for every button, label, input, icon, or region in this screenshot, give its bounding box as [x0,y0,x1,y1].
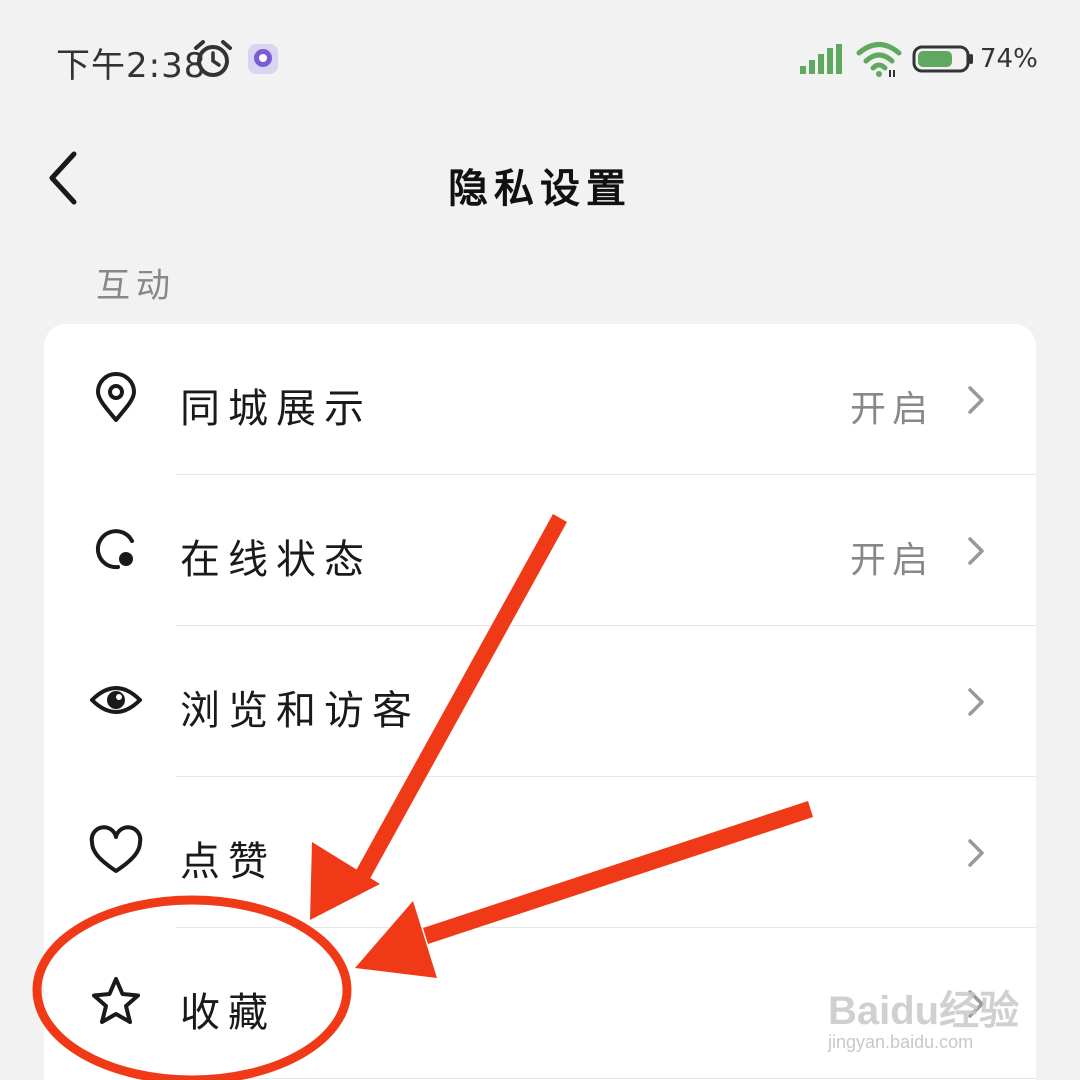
setting-row-nearby-display[interactable]: 同城展示 开启 [44,324,1036,475]
chevron-right-icon [968,537,984,565]
status-bar: 下午2:38 74% [0,0,1080,120]
chevron-right-icon [968,688,984,716]
setting-label: 浏览和访客 [180,688,420,734]
watermark-url: jingyan.baidu.com [828,1032,974,1052]
alarm-icon [194,40,232,77]
page-title: 隐私设置 [448,166,632,212]
setting-value: 开启 [850,540,935,581]
section-label: 互动 [96,266,176,306]
app-notification-icon [248,44,278,74]
location-pin-icon [96,372,136,422]
heart-icon [89,825,143,873]
chevron-right-icon [968,839,984,867]
setting-label: 在线状态 [180,537,372,583]
battery-percent: 74% [980,44,1038,74]
online-status-icon [95,529,134,570]
setting-row-likes[interactable]: 点赞 [44,777,1036,928]
setting-value: 开启 [850,389,935,430]
setting-label: 点赞 [180,839,276,885]
wifi-icon [856,42,902,77]
setting-row-browse-visitors[interactable]: 浏览和访客 [44,626,1036,777]
battery-icon [912,45,973,73]
setting-row-online-status[interactable]: 在线状态 开启 [44,475,1036,626]
setting-label: 收藏 [180,990,276,1036]
divider [176,1078,1036,1079]
baidu-watermark: Baidu经验 jingyan.baidu.com [828,960,1028,1060]
chevron-right-icon [968,386,984,414]
watermark-logo: Baidu经验 [828,989,1020,1033]
status-time: 下午2:38 [56,46,207,86]
eye-icon [90,686,142,714]
setting-label: 同城展示 [180,386,372,432]
signal-icon [800,44,842,74]
header: 隐私设置 [0,130,1080,230]
star-icon [92,977,140,1024]
